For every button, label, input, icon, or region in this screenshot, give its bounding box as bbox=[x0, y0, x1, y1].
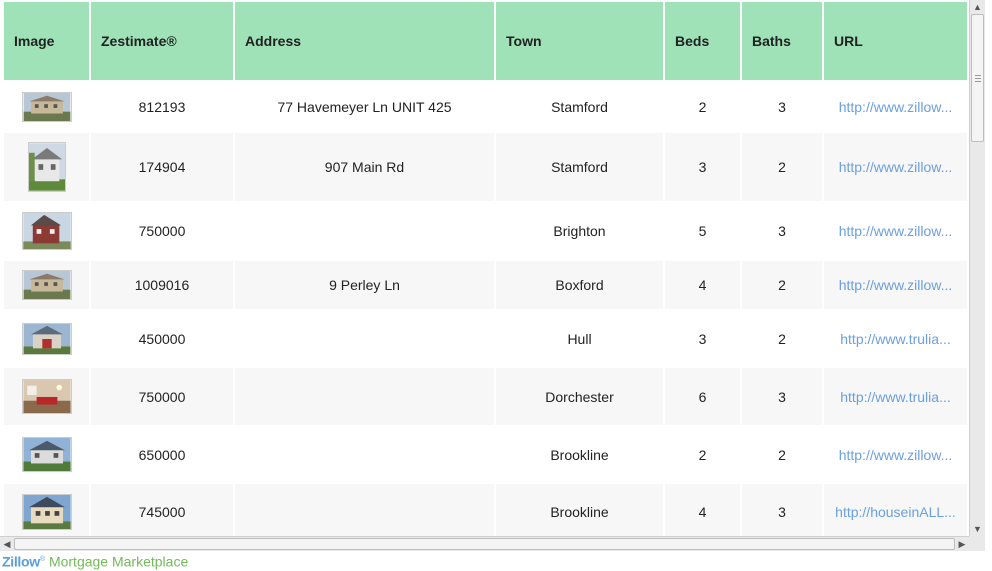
beds-cell: 6 bbox=[665, 368, 742, 425]
town-cell: Brighton bbox=[496, 201, 665, 261]
table-row: 450000 Hull 3 2 http://www.trulia... bbox=[0, 309, 969, 368]
town-cell: Brookline bbox=[496, 484, 665, 536]
zestimate-cell: 750000 bbox=[91, 368, 235, 425]
address-cell: 9 Perley Ln bbox=[235, 261, 496, 309]
image-cell bbox=[0, 425, 91, 484]
listing-link[interactable]: http://www.zillow... bbox=[824, 425, 969, 484]
scrollbar-corner bbox=[969, 536, 985, 551]
address-cell bbox=[235, 368, 496, 425]
horizontal-scrollbar[interactable]: ◀ ▶ bbox=[0, 536, 969, 551]
column-header-zestimate[interactable]: Zestimate® bbox=[91, 0, 235, 80]
town-cell: Hull bbox=[496, 309, 665, 368]
mortgage-marketplace-label: Mortgage Marketplace bbox=[48, 553, 189, 570]
house-photo-icon[interactable] bbox=[21, 322, 72, 355]
beds-cell: 2 bbox=[665, 80, 742, 133]
table-row: 812193 77 Havemeyer Ln UNIT 425 Stamford… bbox=[0, 80, 969, 133]
column-header-town[interactable]: Town bbox=[496, 0, 665, 80]
zestimate-cell: 174904 bbox=[91, 133, 235, 201]
scroll-down-arrow-icon[interactable]: ▼ bbox=[970, 522, 985, 536]
listings-table-viewport: Image Zestimate® Address Town Beds Baths… bbox=[0, 0, 969, 536]
zestimate-cell: 745000 bbox=[91, 484, 235, 536]
listing-link[interactable]: http://www.zillow... bbox=[824, 133, 969, 201]
beds-cell: 3 bbox=[665, 133, 742, 201]
zillow-brand: Zillow bbox=[2, 553, 40, 570]
baths-cell: 3 bbox=[742, 80, 824, 133]
table-row: 745000 Brookline 4 3 http://houseinALL..… bbox=[0, 484, 969, 536]
listing-link[interactable]: http://www.zillow... bbox=[824, 201, 969, 261]
image-cell bbox=[0, 80, 91, 133]
listing-link[interactable]: http://www.trulia... bbox=[824, 368, 969, 425]
baths-cell: 3 bbox=[742, 201, 824, 261]
beds-cell: 4 bbox=[665, 261, 742, 309]
vertical-scroll-thumb[interactable] bbox=[971, 14, 984, 142]
listing-link[interactable]: http://www.zillow... bbox=[824, 261, 969, 309]
town-cell: Boxford bbox=[496, 261, 665, 309]
listing-link[interactable]: http://houseinALL... bbox=[824, 484, 969, 536]
house-photo-icon[interactable] bbox=[21, 270, 72, 300]
beds-cell: 2 bbox=[665, 425, 742, 484]
address-cell: 907 Main Rd bbox=[235, 133, 496, 201]
table-row: 750000 Brighton 5 3 http://www.zillow... bbox=[0, 201, 969, 261]
listings-table: Image Zestimate® Address Town Beds Baths… bbox=[0, 0, 969, 536]
horizontal-scroll-thumb[interactable] bbox=[14, 538, 955, 550]
table-header-row: Image Zestimate® Address Town Beds Baths… bbox=[0, 0, 969, 80]
zestimate-cell: 450000 bbox=[91, 309, 235, 368]
baths-cell: 2 bbox=[742, 309, 824, 368]
image-cell bbox=[0, 368, 91, 425]
address-cell bbox=[235, 425, 496, 484]
baths-cell: 2 bbox=[742, 425, 824, 484]
beds-cell: 5 bbox=[665, 201, 742, 261]
image-cell bbox=[0, 201, 91, 261]
column-header-beds[interactable]: Beds bbox=[665, 0, 742, 80]
image-cell bbox=[0, 261, 91, 309]
town-cell: Stamford bbox=[496, 133, 665, 201]
scroll-up-arrow-icon[interactable]: ▲ bbox=[970, 0, 985, 14]
town-cell: Stamford bbox=[496, 80, 665, 133]
listing-link[interactable]: http://www.trulia... bbox=[824, 309, 969, 368]
column-header-address[interactable]: Address bbox=[235, 0, 496, 80]
zestimate-cell: 750000 bbox=[91, 201, 235, 261]
house-photo-icon[interactable] bbox=[21, 91, 72, 122]
baths-cell: 3 bbox=[742, 368, 824, 425]
baths-cell: 2 bbox=[742, 261, 824, 309]
house-photo-icon[interactable] bbox=[27, 142, 66, 192]
column-header-url[interactable]: URL bbox=[824, 0, 969, 80]
zillow-mortgage-marketplace-logo[interactable]: Zillow® Mortgage Marketplace bbox=[2, 551, 189, 570]
baths-cell: 3 bbox=[742, 484, 824, 536]
zestimate-cell: 1009016 bbox=[91, 261, 235, 309]
listing-link[interactable]: http://www.zillow... bbox=[824, 80, 969, 133]
address-cell: 77 Havemeyer Ln UNIT 425 bbox=[235, 80, 496, 133]
town-cell: Brookline bbox=[496, 425, 665, 484]
column-header-baths[interactable]: Baths bbox=[742, 0, 824, 80]
scroll-left-arrow-icon[interactable]: ◀ bbox=[0, 537, 14, 551]
house-photo-icon[interactable] bbox=[21, 494, 72, 530]
baths-cell: 2 bbox=[742, 133, 824, 201]
house-photo-icon[interactable] bbox=[21, 212, 72, 250]
table-row: 650000 Brookline 2 2 http://www.zillow..… bbox=[0, 425, 969, 484]
table-row: 1009016 9 Perley Ln Boxford 4 2 http://w… bbox=[0, 261, 969, 309]
town-cell: Dorchester bbox=[496, 368, 665, 425]
address-cell bbox=[235, 309, 496, 368]
table-row: 174904 907 Main Rd Stamford 3 2 http://w… bbox=[0, 133, 969, 201]
address-cell bbox=[235, 484, 496, 536]
zestimate-cell: 650000 bbox=[91, 425, 235, 484]
beds-cell: 4 bbox=[665, 484, 742, 536]
image-cell bbox=[0, 484, 91, 536]
column-header-image[interactable]: Image bbox=[0, 0, 91, 80]
beds-cell: 3 bbox=[665, 309, 742, 368]
house-photo-icon[interactable] bbox=[21, 437, 72, 472]
address-cell bbox=[235, 201, 496, 261]
scroll-right-arrow-icon[interactable]: ▶ bbox=[955, 537, 969, 551]
image-cell bbox=[0, 133, 91, 201]
table-row: 750000 Dorchester 6 3 http://www.trulia.… bbox=[0, 368, 969, 425]
vertical-scrollbar[interactable]: ▲ ▼ bbox=[969, 0, 985, 536]
zestimate-cell: 812193 bbox=[91, 80, 235, 133]
room-photo-icon[interactable] bbox=[21, 379, 72, 414]
image-cell bbox=[0, 309, 91, 368]
